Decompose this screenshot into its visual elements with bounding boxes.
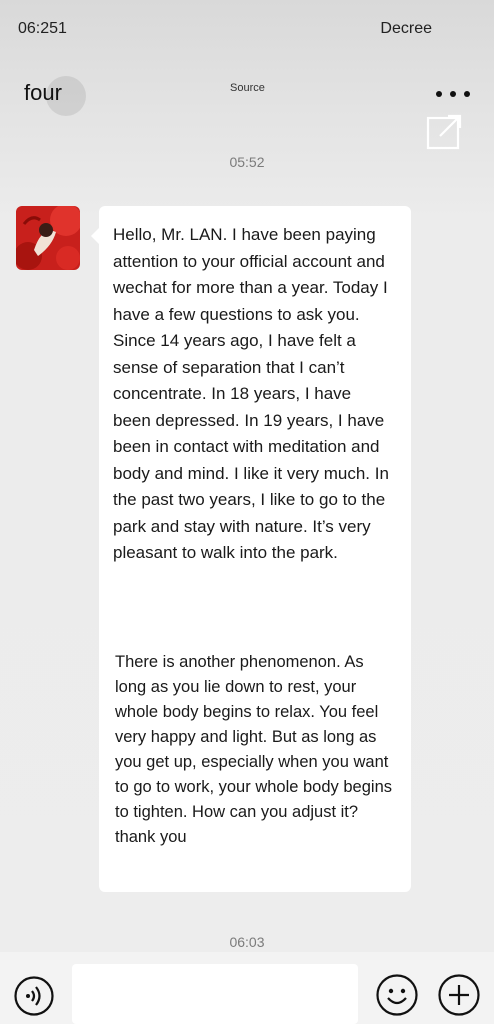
avatar[interactable] (16, 206, 80, 270)
status-bar: 06:251 Decree (0, 0, 494, 52)
message-timestamp: 06:03 (229, 934, 265, 950)
more-dots-icon[interactable] (436, 82, 470, 106)
message-input[interactable] (72, 964, 358, 1024)
chat-header: four Source (0, 60, 494, 150)
share-external-icon[interactable] (426, 114, 462, 150)
voice-icon[interactable] (14, 976, 54, 1016)
emoji-icon[interactable] (376, 974, 418, 1016)
message-bubble[interactable]: Hello, Mr. LAN. I have been paying atten… (91, 206, 411, 892)
message-text: There is another phenomenon. As long as … (115, 653, 392, 846)
plus-icon[interactable] (438, 974, 480, 1016)
input-bar (0, 952, 494, 1024)
status-right-text: Decree (380, 20, 432, 37)
chat-subtitle: Source (230, 82, 265, 94)
message-timestamp: 05:52 (229, 154, 265, 170)
status-time: 06:251 (18, 20, 67, 37)
chat-title[interactable]: four (24, 80, 62, 106)
message-text: Hello, Mr. LAN. I have been paying atten… (113, 225, 389, 562)
